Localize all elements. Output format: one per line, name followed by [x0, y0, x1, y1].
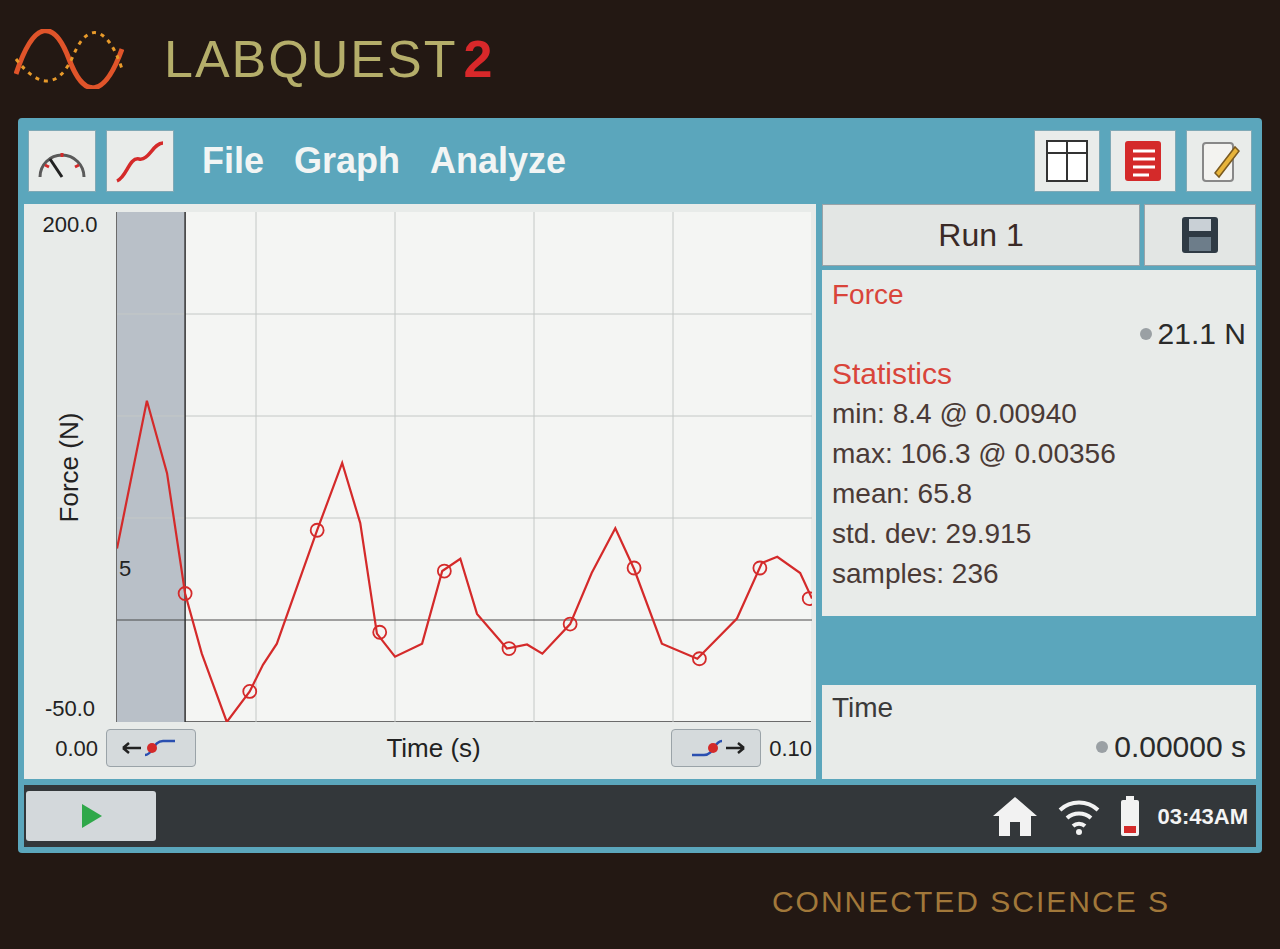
graph-panel: 200.0 Force (N) -50.0 5 0.00 Time (s) 0.10 — [24, 204, 816, 779]
data-marker — [803, 592, 812, 605]
partial-label: 5 — [119, 558, 131, 580]
x-max-label: 0.10 — [769, 732, 812, 765]
bottom-bezel: CONNECTED SCIENCE S — [0, 853, 1280, 949]
wifi-icon — [1056, 796, 1102, 836]
graph-icon — [113, 137, 167, 185]
main-area: 200.0 Force (N) -50.0 5 0.00 Time (s) 0.10 Run … — [24, 204, 1256, 779]
footer-text: CONNECTED SCIENCE S — [772, 879, 1170, 924]
meter-reading: 21.1 N — [1158, 314, 1246, 354]
grid-line — [256, 212, 257, 722]
statistics-line: samples: 236 — [832, 554, 1246, 594]
meter-reading: 0.00000 s — [1114, 727, 1246, 767]
play-icon — [76, 801, 106, 831]
grid-line — [117, 314, 812, 315]
list-icon — [1119, 137, 1167, 185]
data-marker — [311, 524, 324, 537]
labquest-logo-icon — [14, 29, 124, 89]
data-marker — [438, 565, 451, 578]
gauge-icon — [35, 137, 89, 185]
brand-model: 2 — [463, 33, 492, 85]
save-button[interactable] — [1144, 204, 1256, 266]
screen: File Graph Analyze 200.0 Force (N) -50.0 5 0.00… — [18, 118, 1262, 853]
table-view-button[interactable] — [1034, 130, 1100, 192]
x-axis: 0.00 Time (s) 0.10 — [24, 722, 816, 774]
meter-view-button[interactable] — [28, 130, 96, 192]
menu-item[interactable]: Graph — [294, 134, 400, 188]
device: LABQUEST2 File Graph Analyze 200.0 Force (N) -… — [0, 0, 1280, 949]
menu-bar: File Graph Analyze — [24, 124, 1256, 198]
y-axis: 200.0 Force (N) -50.0 — [24, 212, 116, 722]
x-axis-title: Time (s) — [204, 729, 663, 768]
meter-box: Force21.1 NStatisticsmin: 8.4 @ 0.00940m… — [822, 270, 1256, 616]
brand-name: LABQUEST — [164, 33, 457, 85]
status-bar: 03:43AM — [24, 785, 1256, 847]
data-marker — [502, 642, 515, 655]
data-marker — [628, 561, 641, 574]
home-icon[interactable] — [990, 794, 1040, 838]
y-min-label: -50.0 — [45, 698, 95, 720]
disk-icon — [1178, 213, 1222, 257]
statistics-line: mean: 65.8 — [832, 474, 1246, 514]
y-axis-title: Force (N) — [51, 412, 90, 522]
cursor-line[interactable] — [184, 212, 186, 722]
meter-panel: Run 1Force21.1 NStatisticsmin: 8.4 @ 0.0… — [822, 204, 1256, 779]
meter[interactable]: Force21.1 N — [832, 276, 1246, 354]
notes-view-button[interactable] — [1110, 130, 1176, 192]
data-marker — [564, 618, 577, 631]
clock: 03:43AM — [1158, 800, 1254, 833]
top-bezel: LABQUEST2 — [0, 0, 1280, 118]
time-meter[interactable]: Time0.00000 s — [822, 685, 1256, 779]
zero-line — [117, 619, 812, 620]
scroll-right-button[interactable] — [671, 729, 761, 767]
play-button[interactable] — [26, 791, 156, 841]
selection-region[interactable] — [117, 212, 185, 722]
table-icon — [1043, 137, 1091, 185]
menu-item[interactable]: Analyze — [430, 134, 566, 188]
statistics-line: max: 106.3 @ 0.00356 — [832, 434, 1246, 474]
statistics-line: std. dev: 29.915 — [832, 514, 1246, 554]
statistics-title: Statistics — [832, 354, 1246, 394]
force-chart[interactable] — [117, 212, 812, 722]
meter-dot-icon — [1096, 741, 1108, 753]
journal-view-button[interactable] — [1186, 130, 1252, 192]
statistics-line: min: 8.4 @ 0.00940 — [832, 394, 1246, 434]
menu: File Graph Analyze — [184, 134, 566, 188]
grid-line — [395, 212, 396, 722]
meter-dot-icon — [1140, 328, 1152, 340]
brand: LABQUEST2 — [164, 33, 492, 85]
data-marker — [179, 587, 192, 600]
x-min-label: 0.00 — [34, 732, 98, 765]
data-marker — [753, 561, 766, 574]
grid-line — [673, 212, 674, 722]
data-marker — [693, 652, 706, 665]
run-button[interactable]: Run 1 — [822, 204, 1140, 266]
scroll-arrow-icon — [119, 735, 183, 761]
grid-line — [117, 518, 812, 519]
y-max-label: 200.0 — [42, 214, 97, 236]
grid-line — [534, 212, 535, 722]
meter-name: Force — [832, 276, 1246, 314]
force-line — [117, 401, 812, 722]
notebook-pencil-icon — [1195, 137, 1243, 185]
plot-area[interactable]: 5 — [116, 212, 811, 722]
graph-view-button[interactable] — [106, 130, 174, 192]
menu-item[interactable]: File — [202, 134, 264, 188]
meter-name: Time — [832, 689, 1246, 727]
scroll-arrow-icon — [684, 735, 748, 761]
data-marker — [243, 685, 256, 698]
data-marker — [373, 626, 386, 639]
scroll-left-button[interactable] — [106, 729, 196, 767]
battery-icon — [1118, 794, 1142, 838]
grid-line — [117, 416, 812, 417]
